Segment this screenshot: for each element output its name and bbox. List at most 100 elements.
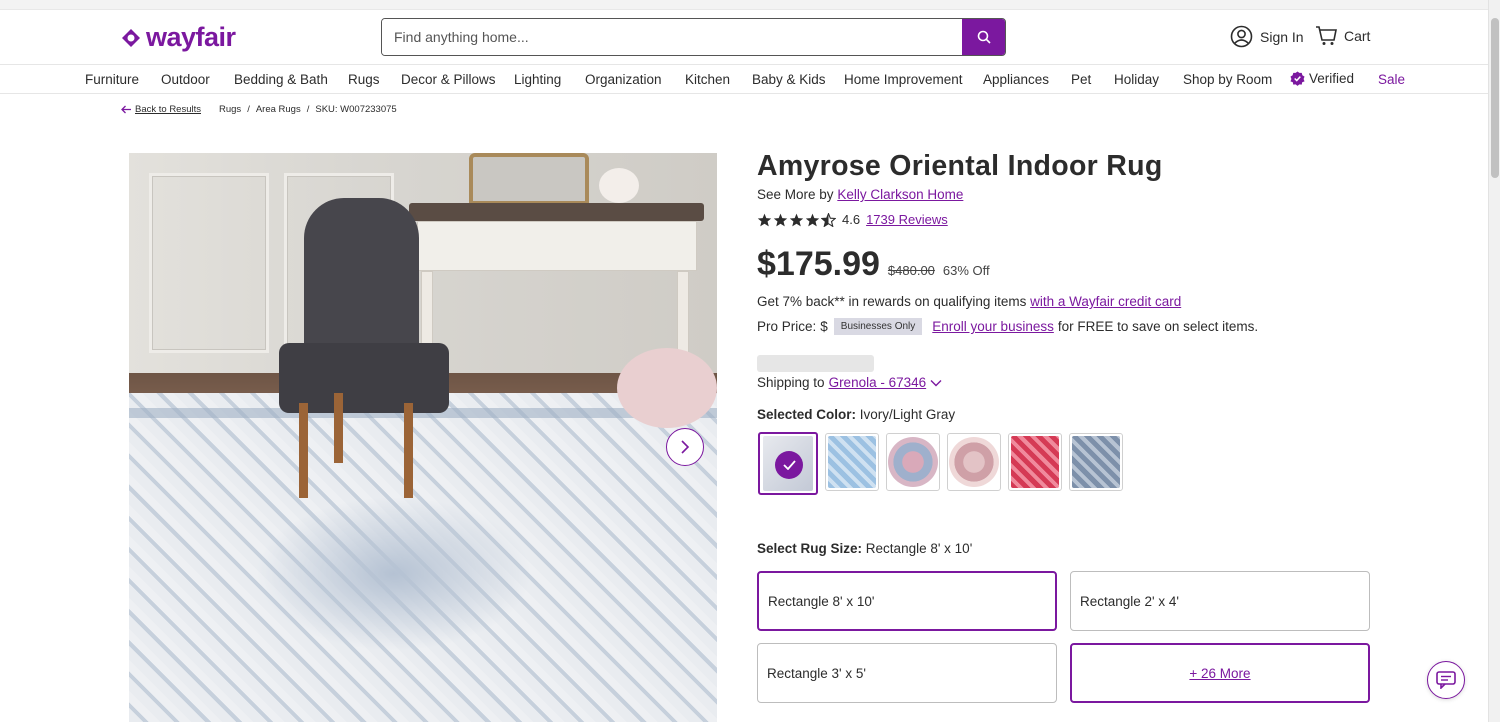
size-option-3x5[interactable]: Rectangle 3' x 5' [757, 643, 1057, 703]
pro-price-label: Pro Price: [757, 319, 817, 334]
chat-button[interactable] [1427, 661, 1465, 699]
nav-shop-by-room[interactable]: Shop by Room [1183, 72, 1272, 87]
nav-home-improvement[interactable]: Home Improvement [844, 72, 963, 87]
nav-decor-pillows[interactable]: Decor & Pillows [401, 72, 496, 87]
product-image[interactable] [129, 153, 717, 722]
discount-percent: 63% Off [942, 263, 990, 278]
cart-button[interactable]: Cart [1315, 25, 1370, 46]
image-chair-leg [334, 393, 343, 463]
enroll-suffix: for FREE to save on select items. [1057, 319, 1259, 334]
image-chair-back [304, 198, 419, 363]
color-swatch-round-pink[interactable] [947, 433, 1001, 491]
breadcrumb-rugs[interactable]: Rugs [219, 104, 241, 115]
star-icon [773, 213, 788, 226]
star-half-icon [821, 212, 836, 227]
pro-price-row: Pro Price: $ Businesses Only Enroll your… [757, 318, 1258, 335]
product-info: Amyrose Oriental Indoor Rug See More by … [757, 150, 1377, 227]
shipping-info: Shipping to Grenola - 67346 [757, 375, 942, 390]
search-button[interactable] [962, 19, 1005, 55]
color-swatch-red[interactable] [1008, 433, 1062, 491]
size-option-2x4[interactable]: Rectangle 2' x 4' [1070, 571, 1370, 631]
star-icon [805, 213, 820, 226]
cart-icon [1316, 26, 1337, 45]
nav-bedding-bath[interactable]: Bedding & Bath [234, 72, 328, 87]
star-icon [757, 213, 772, 226]
selected-color: Selected Color: Ivory/Light Gray [757, 407, 955, 422]
image-desk [409, 153, 704, 381]
swatch-image [888, 437, 938, 487]
nav-sale[interactable]: Sale [1378, 72, 1405, 87]
swatch-image [1011, 436, 1059, 488]
shipping-location-link[interactable]: Grenola - 67346 [829, 375, 927, 390]
nav-baby-kids[interactable]: Baby & Kids [752, 72, 826, 87]
nav-appliances[interactable]: Appliances [983, 72, 1049, 87]
nav-verified[interactable]: Verified [1290, 71, 1354, 86]
back-to-results-link[interactable]: Back to Results [121, 104, 201, 115]
more-sizes-button[interactable]: + 26 More [1070, 643, 1370, 703]
brand-link[interactable]: Kelly Clarkson Home [837, 187, 963, 202]
search-bar [381, 18, 1006, 56]
pro-price-symbol: $ [820, 319, 828, 334]
swatch-image [1072, 436, 1120, 488]
nav-lighting[interactable]: Lighting [514, 72, 561, 87]
image-desk-top [409, 203, 704, 221]
image-wall-panel [149, 173, 269, 353]
sign-in-label: Sign In [1260, 28, 1304, 45]
credit-card-link[interactable]: with a Wayfair credit card [1030, 294, 1181, 309]
wayfair-logo[interactable]: wayfair [120, 22, 236, 53]
nav-rugs[interactable]: Rugs [348, 72, 380, 87]
cart-label: Cart [1344, 27, 1371, 44]
breadcrumb: Back to Results Rugs / Area Rugs / SKU: … [121, 104, 397, 115]
next-image-button[interactable] [666, 428, 704, 466]
color-swatch-gray-blue[interactable] [1069, 433, 1123, 491]
color-swatch-round-blue-pink[interactable] [886, 433, 940, 491]
nav-outdoor[interactable]: Outdoor [161, 72, 210, 87]
size-option-8x10[interactable]: Rectangle 8' x 10' [757, 571, 1057, 631]
chat-icon [1436, 671, 1456, 689]
breadcrumb-separator: / [306, 104, 310, 115]
logo-mark-icon [122, 28, 140, 47]
swatch-image [949, 437, 999, 487]
image-flowers [599, 168, 639, 203]
star-rating [757, 212, 836, 227]
logo-text: wayfair [146, 22, 236, 52]
verified-badge-icon [1290, 71, 1305, 86]
shipping-prefix: Shipping to [757, 375, 825, 390]
image-rug-border [129, 408, 717, 722]
nav-holiday[interactable]: Holiday [1114, 72, 1159, 87]
rewards-text: Get 7% back** in rewards on qualifying i… [757, 294, 1027, 309]
nav-verified-label: Verified [1309, 71, 1355, 86]
swatch-image [828, 436, 876, 488]
rewards-promo: Get 7% back** in rewards on qualifying i… [757, 294, 1181, 309]
nav-pet[interactable]: Pet [1071, 72, 1091, 87]
scrollbar-thumb[interactable] [1491, 18, 1499, 178]
product-rating[interactable]: 4.6 1739 Reviews [757, 212, 1377, 227]
chevron-down-icon[interactable] [930, 379, 942, 387]
size-label-value: Rectangle 8' x 10' [865, 541, 973, 556]
checkmark-icon [782, 460, 796, 470]
image-chair-leg [299, 403, 308, 498]
color-swatch-blue[interactable] [825, 433, 879, 491]
star-icon [789, 213, 804, 226]
image-pouf [617, 348, 717, 428]
price-row: $175.99 $480.00 63% Off [757, 245, 990, 284]
breadcrumb-sku: SKU: W007233075 [315, 104, 397, 115]
search-input[interactable] [382, 19, 962, 55]
nav-furniture[interactable]: Furniture [85, 72, 139, 87]
rug-size-label: Select Rug Size: Rectangle 8' x 10' [757, 541, 972, 556]
product-title: Amyrose Oriental Indoor Rug [757, 150, 1163, 182]
nav-organization[interactable]: Organization [585, 72, 662, 87]
reviews-link[interactable]: 1739 Reviews [866, 212, 948, 227]
selected-color-label: Selected Color: [757, 407, 857, 422]
category-nav: Furniture Outdoor Bedding & Bath Rugs De… [0, 64, 1488, 94]
sign-in-button[interactable]: Sign In [1230, 25, 1304, 48]
color-swatches [758, 432, 1123, 495]
account-icon [1230, 25, 1253, 48]
color-swatch-ivory-light-gray[interactable] [758, 432, 818, 495]
breadcrumb-area-rugs[interactable]: Area Rugs [256, 104, 301, 115]
enroll-business-link[interactable]: Enroll your business [932, 319, 1054, 334]
product-byline: See More by Kelly Clarkson Home [757, 187, 1377, 202]
nav-kitchen[interactable]: Kitchen [685, 72, 730, 87]
back-to-results-label: Back to Results [135, 104, 201, 115]
page-scrollbar[interactable] [1488, 0, 1500, 722]
